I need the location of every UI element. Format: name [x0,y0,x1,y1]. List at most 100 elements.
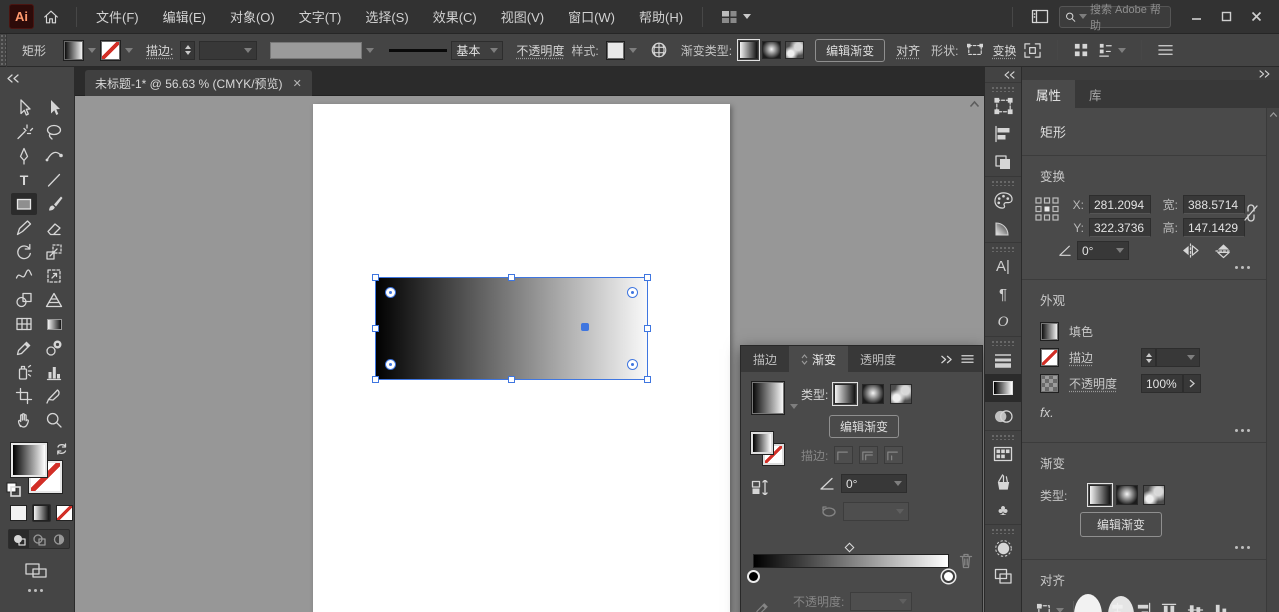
tool-mesh[interactable] [11,313,37,335]
image-trace-panel-icon[interactable] [985,534,1021,562]
stroke-weight-stepper[interactable] [180,41,195,60]
gradient-preview-swatch[interactable] [751,381,785,415]
artboards-panel-icon[interactable] [985,562,1021,590]
tool-lasso[interactable] [41,121,67,143]
none-button[interactable] [55,504,74,522]
drag-handle[interactable] [0,34,7,67]
tool-free-transform[interactable] [41,265,67,287]
gradient-radial-button[interactable] [862,384,884,404]
edit-gradient-button[interactable]: 编辑渐变 [1080,512,1162,537]
tool-artboard[interactable] [11,385,37,407]
stroke-across-button[interactable] [884,446,903,464]
tool-curvature[interactable] [41,145,67,167]
chevron-down-icon[interactable] [629,48,637,53]
width-profile-preview[interactable] [270,42,362,59]
color-panel-icon[interactable] [985,186,1021,214]
close-button[interactable] [1241,5,1271,29]
align-to-dropdown[interactable] [1036,602,1064,612]
color-button[interactable] [9,504,28,522]
align-middle-button[interactable] [1187,602,1204,612]
chevron-down-icon[interactable] [125,48,133,53]
chevron-down-icon[interactable] [1118,48,1126,53]
brush-definition-dropdown[interactable]: 基本 [451,41,503,60]
tool-zoom[interactable] [41,409,67,431]
selection-handle-sw[interactable] [372,376,379,383]
tool-perspective-grid[interactable] [41,289,67,311]
paragraph-panel-icon[interactable]: ¶ [985,280,1021,308]
pathfinder-panel-icon[interactable] [985,148,1021,176]
expand-panel-icon[interactable] [1258,70,1271,78]
close-tab-icon[interactable]: ✕ [293,77,302,90]
align-right-button[interactable] [1135,602,1152,612]
panel-menu-icon[interactable] [961,354,974,364]
align-center-button[interactable] [1109,602,1126,612]
screen-mode-icon[interactable] [24,557,50,579]
gradient-freeform-button[interactable] [890,384,912,404]
tab-stroke[interactable]: 描边 [741,346,789,372]
opacity-panel-link[interactable]: 不透明度 [1069,375,1131,392]
stroke-along-button[interactable] [859,446,878,464]
isolate-icon[interactable] [1097,42,1114,59]
more-options-button[interactable] [1235,266,1250,269]
color-guide-panel-icon[interactable] [985,214,1021,242]
selection-center-point[interactable] [581,323,589,331]
menu-effect[interactable]: 效果(C) [422,2,488,31]
edit-gradient-button[interactable]: 编辑渐变 [815,39,885,62]
selection-handle-w[interactable] [372,325,379,332]
tool-eraser[interactable] [41,217,67,239]
fx-button[interactable]: fx. [1040,405,1054,420]
reverse-gradient-icon[interactable] [751,480,768,495]
arrange-documents-button[interactable] [721,10,751,24]
stroke-color-swatch[interactable] [100,40,121,61]
fill-swatch[interactable] [1040,322,1059,341]
tool-type[interactable]: T [11,169,37,191]
flip-vertical-icon[interactable] [1215,243,1232,259]
collapse-panel-icon[interactable] [940,355,953,364]
document-tab[interactable]: 未标题-1* @ 56.63 % (CMYK/预览) ✕ [85,70,312,96]
corner-radius-widget-nw[interactable] [385,287,396,298]
tab-libraries[interactable]: 库 [1075,80,1116,108]
chevron-down-icon[interactable] [88,48,96,53]
document-setup-icon[interactable] [650,41,668,59]
gradient-midpoint[interactable] [753,544,949,554]
collapse-panel-icon[interactable] [1003,71,1016,79]
corner-radius-widget-ne[interactable] [627,287,638,298]
selection-handle-s[interactable] [508,376,515,383]
gradient-panel-icon[interactable] [985,374,1021,402]
chevron-down-icon[interactable] [790,404,798,409]
expand-icon[interactable] [1023,42,1042,59]
symbols-panel-icon[interactable]: ♣ [985,496,1021,524]
more-options-button[interactable] [1235,429,1250,432]
menu-file[interactable]: 文件(F) [85,2,150,31]
selection-handle-nw[interactable] [372,274,379,281]
tool-direct-selection[interactable] [41,97,67,119]
menu-select[interactable]: 选择(S) [354,2,419,31]
stop-opacity-dropdown[interactable] [850,592,912,611]
fill-color-swatch[interactable] [63,40,84,61]
gradient-radial-button[interactable] [1116,485,1138,505]
stroke-weight-dropdown[interactable] [1156,348,1200,367]
graphic-style-swatch[interactable] [606,41,625,60]
tool-rectangle[interactable] [11,193,37,215]
corner-radius-widget-sw[interactable] [385,359,396,370]
tool-scale[interactable] [41,241,67,263]
brushes-panel-icon[interactable] [985,468,1021,496]
tool-hand[interactable] [11,409,37,431]
fill-proxy-swatch[interactable] [751,432,773,454]
tab-transparency[interactable]: 透明度 [848,346,908,372]
stroke-weight-stepper[interactable] [1141,348,1156,367]
menu-type[interactable]: 文字(T) [288,2,353,31]
menu-window[interactable]: 窗口(W) [557,2,626,31]
shape-widget-icon[interactable] [965,42,985,58]
gradient-button[interactable] [32,504,51,522]
gradient-linear-button[interactable] [834,384,856,404]
tab-gradient[interactable]: 渐变 [789,346,848,372]
opacity-field[interactable]: 100% [1141,374,1183,393]
gradient-linear-button[interactable] [739,41,758,59]
tool-line-segment[interactable] [41,169,67,191]
y-input[interactable] [1089,218,1151,237]
panel-toggle-icon[interactable] [1031,9,1049,24]
menu-edit[interactable]: 编辑(E) [152,2,217,31]
search-input[interactable]: 搜索 Adobe 帮助 [1059,6,1171,28]
tool-blend[interactable] [41,337,67,359]
